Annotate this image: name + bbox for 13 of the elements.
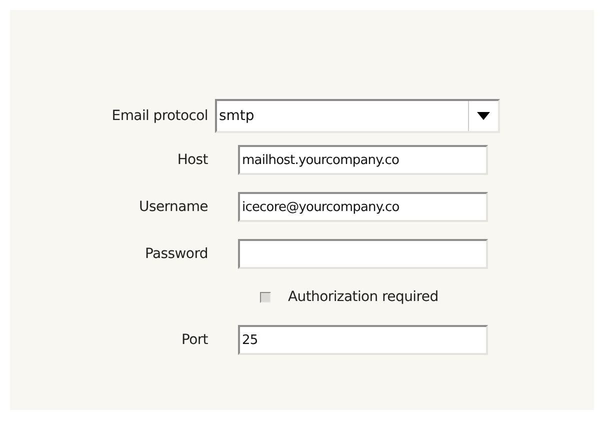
field-label: Username xyxy=(138,199,208,215)
checkbox[interactable] xyxy=(260,292,271,302)
checkbox-label: Authorization required xyxy=(288,289,438,305)
caret-icon xyxy=(477,112,490,120)
input-field[interactable]: mailhost.yourcompany.co xyxy=(238,145,488,175)
field-label: Email protocol xyxy=(110,108,208,124)
field-label: Host xyxy=(176,152,208,168)
field-label: Port xyxy=(180,332,208,348)
input-field[interactable] xyxy=(238,239,488,269)
field-label: Password xyxy=(144,246,208,262)
input-field[interactable]: 25 xyxy=(238,325,488,355)
input-field[interactable]: icecore@yourcompany.co xyxy=(238,192,488,222)
protocol-dropdown[interactable]: smtp xyxy=(215,99,500,133)
